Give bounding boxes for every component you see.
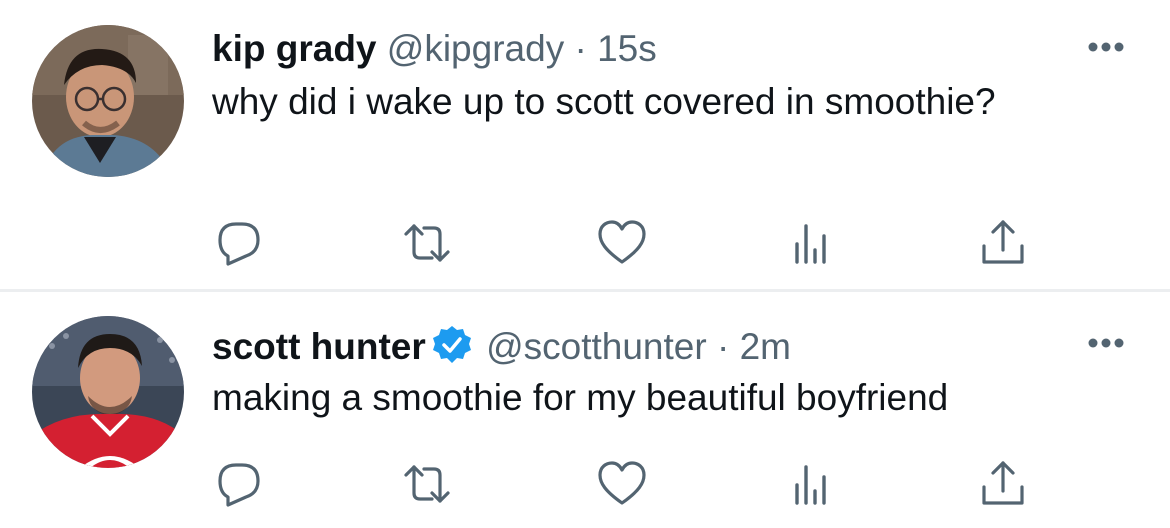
separator: · [716,326,730,367]
like-icon[interactable] [597,459,647,509]
verified-badge-icon [432,326,471,363]
reply-icon[interactable] [214,459,264,509]
like-icon[interactable] [597,218,647,268]
share-icon[interactable] [978,459,1028,509]
action-bar [0,218,1170,268]
retweet-icon[interactable] [402,218,452,268]
reply-icon[interactable] [214,218,264,268]
user-handle[interactable]: @kipgrady [387,28,564,69]
user-handle[interactable]: @scotthunter [486,326,707,367]
analytics-icon[interactable] [787,218,837,268]
separator: · [574,28,587,69]
tweet[interactable]: scott hunter @scotthunter · 2m making a … [0,292,1170,528]
tweet-header: scott hunter @scotthunter · 2m [212,325,791,369]
display-name[interactable]: kip grady [212,28,377,69]
display-name[interactable]: scott hunter [212,326,426,367]
tweet-text: making a smoothie for my beautiful boyfr… [212,377,949,418]
tweet-header: kip grady @kipgrady · 15s [212,27,657,71]
avatar[interactable] [32,25,184,177]
more-options-icon[interactable] [1086,336,1126,350]
timestamp[interactable]: 15s [597,28,657,69]
timestamp[interactable]: 2m [740,326,791,367]
tweet-text: why did i wake up to scott covered in sm… [212,81,996,122]
share-icon[interactable] [978,218,1028,268]
retweet-icon[interactable] [402,459,452,509]
avatar[interactable] [32,316,184,468]
tweet[interactable]: kip grady @kipgrady · 15s why did i wake… [0,0,1170,289]
action-bar [0,459,1170,509]
analytics-icon[interactable] [787,459,837,509]
more-options-icon[interactable] [1086,40,1126,54]
